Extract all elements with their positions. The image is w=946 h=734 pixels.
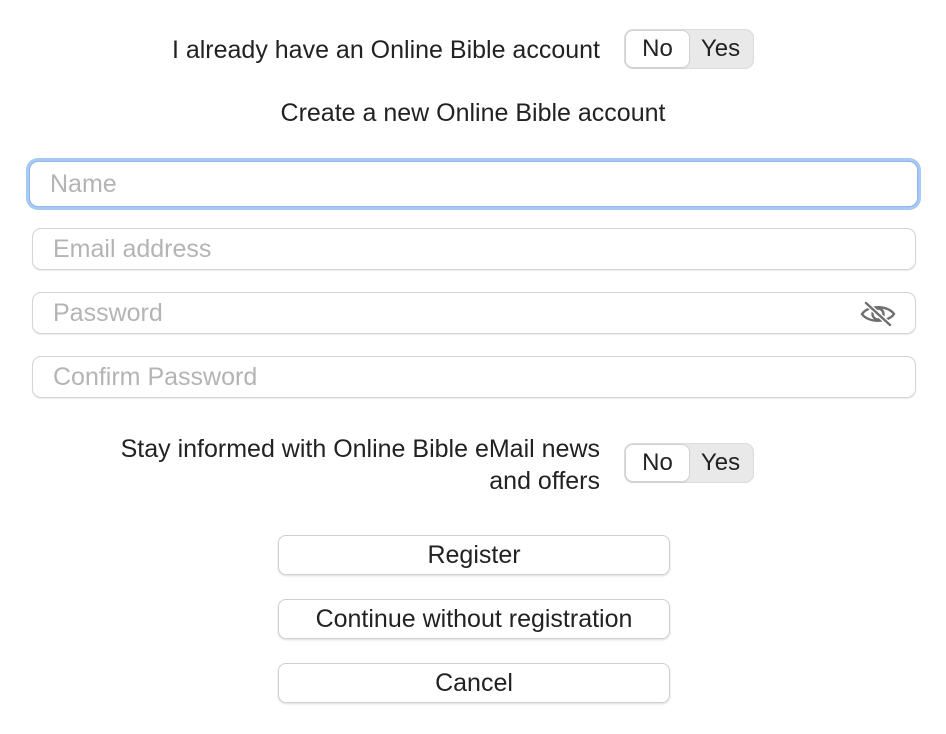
eye-slash-icon[interactable] xyxy=(859,301,897,327)
account-toggle-yes[interactable]: Yes xyxy=(689,31,752,67)
email-field[interactable] xyxy=(33,229,915,269)
confirm-password-field[interactable] xyxy=(33,357,915,397)
register-button[interactable]: Register xyxy=(278,535,670,575)
name-field[interactable] xyxy=(30,162,917,206)
news-toggle-label-line1: Stay informed with Online Bible eMail ne… xyxy=(120,435,600,463)
account-toggle-label: I already have an Online Bible account xyxy=(171,36,600,64)
name-field-container xyxy=(29,161,918,207)
cancel-button[interactable]: Cancel xyxy=(278,663,670,703)
account-toggle[interactable]: No Yes xyxy=(624,29,754,69)
continue-without-registration-button[interactable]: Continue without registration xyxy=(278,599,670,639)
form-subtitle: Create a new Online Bible account xyxy=(280,99,666,127)
news-toggle[interactable]: No Yes xyxy=(624,443,754,483)
password-field[interactable] xyxy=(33,293,915,333)
password-field-container xyxy=(32,292,916,334)
news-toggle-yes[interactable]: Yes xyxy=(689,445,752,481)
email-field-container xyxy=(32,228,916,270)
news-toggle-no[interactable]: No xyxy=(626,445,689,481)
news-toggle-label-line2: and offers xyxy=(489,467,600,495)
confirm-password-field-container xyxy=(32,356,916,398)
account-toggle-no[interactable]: No xyxy=(626,31,689,67)
news-toggle-label: Stay informed with Online Bible eMail ne… xyxy=(40,433,600,497)
